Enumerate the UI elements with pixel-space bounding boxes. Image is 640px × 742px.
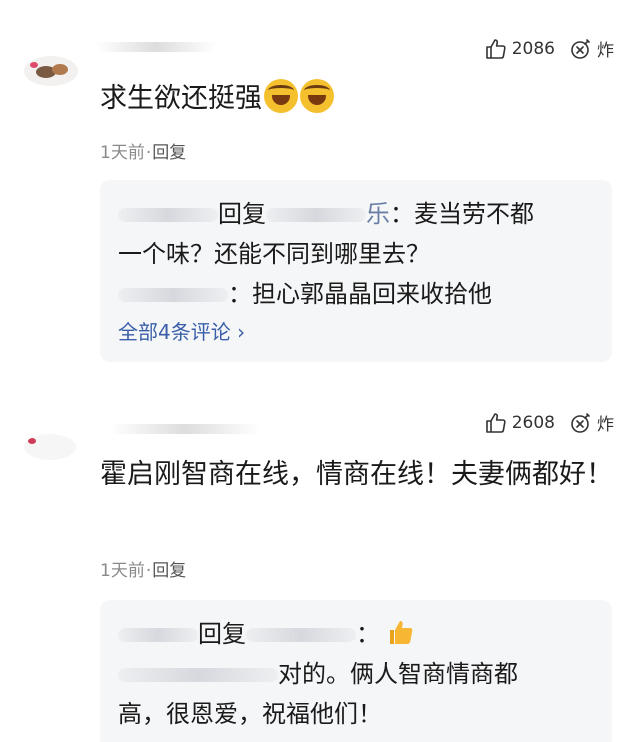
avatar[interactable] (24, 56, 78, 86)
username-redacted[interactable] (96, 42, 216, 52)
boom-label: 炸 (597, 41, 614, 61)
comment-actions: 2086 炸 (484, 36, 614, 61)
comment-text: 求生欲还挺强 (100, 78, 614, 120)
boom-button[interactable]: 炸 (569, 410, 614, 435)
comment-time: 1天前 (100, 561, 145, 581)
boom-label: 炸 (597, 415, 614, 435)
laughing-crying-emoji-icon (264, 79, 298, 113)
boom-button[interactable]: 炸 (569, 36, 614, 61)
reply-item: 对的。俩人智商情商都 (118, 654, 594, 694)
comment-time: 1天前 (100, 143, 145, 163)
username-redacted[interactable] (118, 668, 278, 682)
comment-text-body: 求生欲还挺强 (100, 83, 262, 114)
reply-item: 回复 乐：麦当劳不都 (118, 194, 594, 234)
like-button[interactable]: 2608 (484, 411, 555, 435)
reply-thread: 回复： 对的。俩人智商情商都 高，很恩爱，祝福他们！ (100, 600, 612, 742)
comment-text: 霍启刚智商在线，情商在线！夫妻俩都好！ (100, 459, 613, 490)
comment-card: 2086 炸 求生欲还挺强 1天前·回复 回复 乐：麦当劳不都 一个味？还能不同到… (0, 0, 640, 372)
username-redacted[interactable] (118, 628, 198, 642)
reply-item-continued: 高，很恩爱，祝福他们！ (118, 700, 382, 728)
username-redacted[interactable] (266, 208, 366, 222)
reply-item-continued: 一个味？还能不同到哪里去？ (118, 240, 430, 268)
thumbs-up-icon (484, 37, 508, 61)
thumbs-up-icon (484, 411, 508, 435)
comment-actions: 2608 炸 (484, 410, 614, 435)
reply-thread: 回复 乐：麦当劳不都 一个味？还能不同到哪里去？ ：担心郭晶晶回来收拾他 全部4条… (100, 180, 612, 362)
reply-item: ：担心郭晶晶回来收拾他 (118, 274, 594, 314)
view-all-replies-link[interactable]: 全部4条评论 › (118, 316, 594, 345)
username-redacted[interactable] (246, 628, 356, 642)
reply-item: 回复： (118, 614, 594, 654)
username-redacted[interactable] (118, 288, 228, 302)
like-button[interactable]: 2086 (484, 37, 555, 61)
username-fragment[interactable]: 乐 (366, 200, 390, 228)
reply-button[interactable]: 回复 (152, 143, 186, 163)
like-count: 2086 (511, 38, 555, 59)
username-redacted[interactable] (110, 424, 260, 434)
boom-icon (569, 37, 593, 61)
username-redacted[interactable] (118, 208, 218, 222)
reply-word: 回复 (218, 200, 266, 228)
boom-icon (569, 411, 593, 435)
comment-meta: 1天前·回复 (100, 143, 187, 163)
comment-card: 2608 炸 霍启刚智商在线，情商在线！夫妻俩都好！ 1天前·回复 回复： 对的… (0, 390, 640, 742)
comment-meta: 1天前·回复 (100, 561, 187, 581)
like-count: 2608 (511, 412, 555, 433)
laughing-crying-emoji-icon (300, 79, 334, 113)
avatar[interactable] (24, 434, 76, 460)
reply-button[interactable]: 回复 (152, 561, 186, 581)
reply-word: 回复 (198, 620, 246, 648)
thumbs-up-emoji-icon (388, 618, 414, 646)
